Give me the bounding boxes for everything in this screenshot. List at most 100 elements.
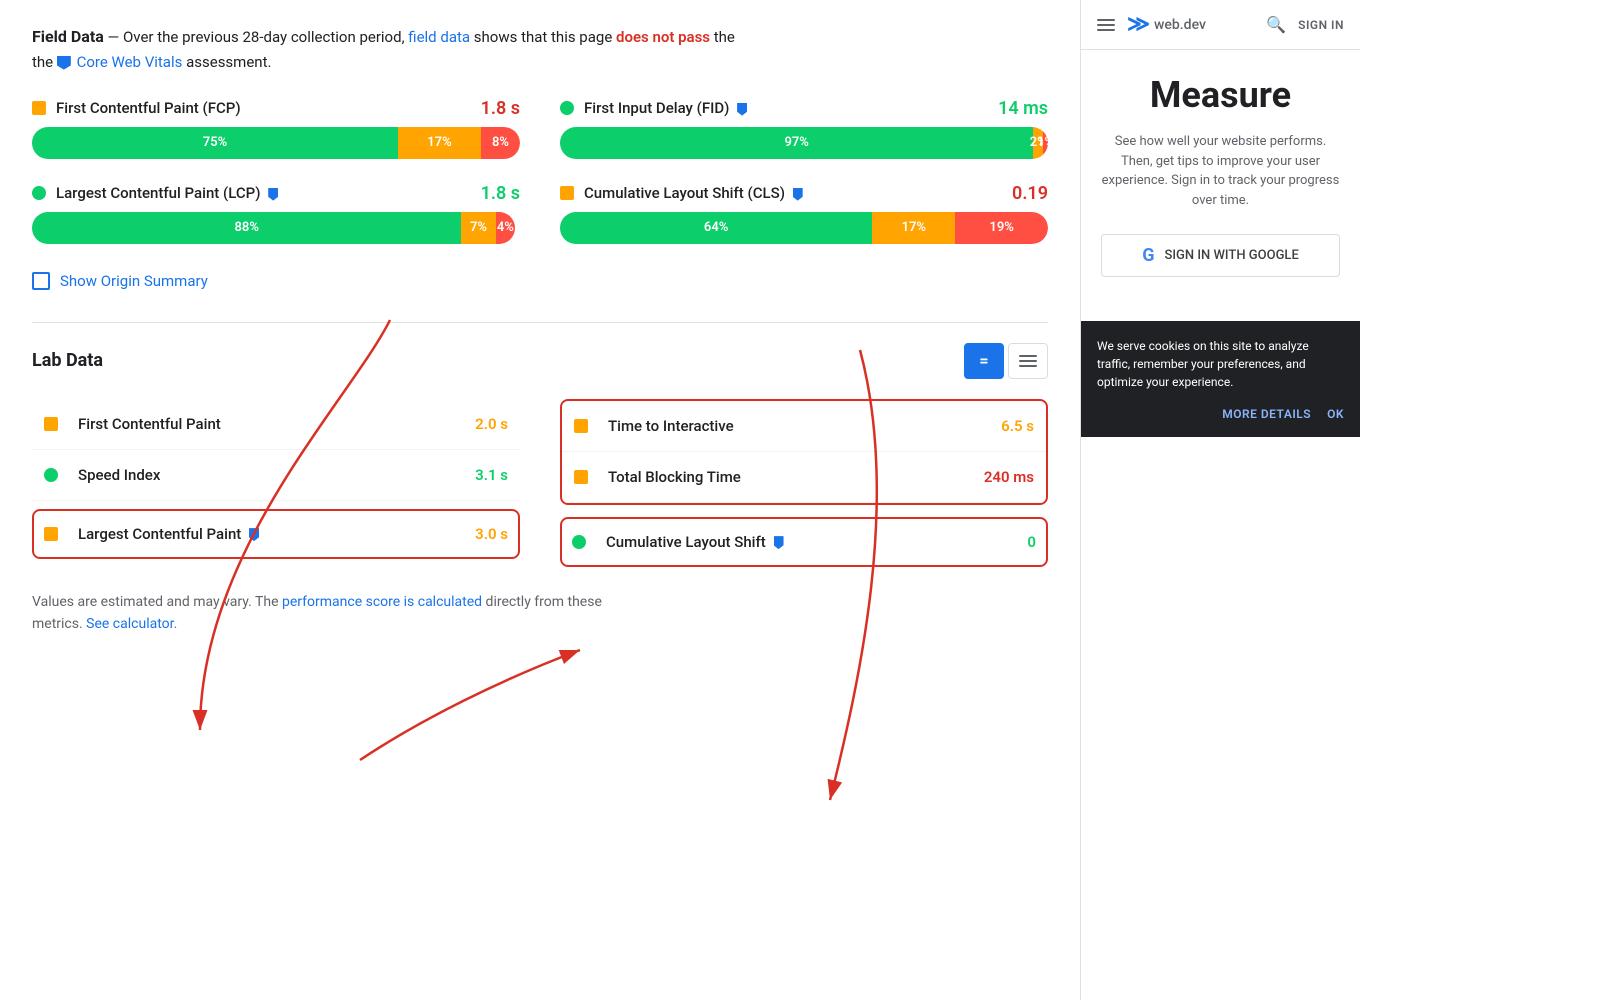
lab-tbt-icon (574, 470, 588, 484)
core-web-vitals-link[interactable]: Core Web Vitals (77, 53, 183, 71)
footer-text3: metrics. (32, 616, 83, 632)
lab-tbt-row: Total Blocking Time 240 ms (562, 452, 1046, 503)
fcp-title: First Contentful Paint (FCP) (56, 99, 481, 117)
lab-data-title: Lab Data (32, 350, 103, 371)
lab-col-right: Time to Interactive 6.5 s Total Blocking… (560, 399, 1048, 567)
cookie-buttons: MORE DETAILS OK (1097, 407, 1344, 421)
cookie-more-details-button[interactable]: MORE DETAILS (1222, 407, 1311, 421)
toggle-grid-icon: = (979, 351, 988, 370)
calculator-link[interactable]: See calculator (86, 616, 173, 632)
origin-summary-label[interactable]: Show Origin Summary (60, 272, 208, 290)
fcp-bar: 75% 17% 8% (32, 127, 520, 159)
fid-bar-red: 1% (1043, 127, 1048, 159)
toggle-grid-button[interactable]: = (964, 343, 1004, 379)
fcp-value: 1.8 s (481, 98, 520, 119)
lab-si-title: Speed Index (78, 466, 475, 484)
webdev-logo: ≫ web.dev (1127, 12, 1206, 37)
logo-chevron: ≫ (1127, 12, 1150, 37)
right-sidebar: ≫ web.dev 🔍 SIGN IN Measure See how well… (1080, 0, 1360, 1000)
description-suffix: the (714, 28, 735, 46)
cls-title: Cumulative Layout Shift (CLS) (584, 184, 1012, 202)
lab-fcp-title: First Contentful Paint (78, 415, 475, 433)
footer-text4: . (174, 616, 178, 632)
cookie-ok-button[interactable]: OK (1327, 407, 1344, 421)
view-toggle[interactable]: = (964, 343, 1048, 379)
webdev-topbar: ≫ web.dev 🔍 SIGN IN (1081, 0, 1360, 50)
lab-lcp-row: Largest Contentful Paint 3.0 s (32, 509, 520, 559)
cls-flag-icon (793, 188, 803, 201)
lab-lcp-value: 3.0 s (475, 525, 508, 543)
origin-summary-checkbox[interactable] (32, 272, 50, 290)
lab-lcp-flag-icon (249, 528, 259, 541)
lcp-bar: 88% 7% 4% (32, 212, 520, 244)
lab-fcp-icon (44, 417, 58, 431)
perf-score-link[interactable]: performance score is calculated (282, 594, 482, 610)
lab-col-left: First Contentful Paint 2.0 s Speed Index… (32, 399, 520, 567)
lab-fcp-row: First Contentful Paint 2.0 s (32, 399, 520, 450)
footer-text1: Values are estimated and may vary. The (32, 594, 279, 610)
field-data-link[interactable]: field data (408, 28, 470, 46)
lab-tti-row: Time to Interactive 6.5 s (562, 401, 1046, 452)
origin-summary-row[interactable]: Show Origin Summary (32, 272, 1048, 290)
google-signin-text: SIGN IN WITH GOOGLE (1164, 248, 1298, 263)
lab-tbt-value: 240 ms (984, 468, 1034, 486)
google-g-icon: G (1142, 245, 1154, 266)
cls-value: 0.19 (1012, 183, 1048, 204)
lab-fcp-value: 2.0 s (475, 415, 508, 433)
field-metrics-grid: First Contentful Paint (FCP) 1.8 s 75% 1… (32, 98, 1048, 244)
lcp-bar-red: 4% (496, 212, 516, 244)
lab-tbt-title: Total Blocking Time (608, 468, 984, 486)
lab-si-value: 3.1 s (475, 466, 508, 484)
fid-bar: 97% 2% 1% (560, 127, 1048, 159)
toggle-list-button[interactable] (1008, 343, 1048, 379)
field-data-header: Field Data — Over the previous 28-day co… (32, 24, 1048, 74)
fid-icon (560, 101, 574, 115)
lcp-bar-green: 88% (32, 212, 461, 244)
search-icon[interactable]: 🔍 (1266, 15, 1286, 34)
the-label: the (32, 53, 57, 71)
lab-cls-title: Cumulative Layout Shift (606, 533, 1027, 551)
description-mid: shows that this page (474, 28, 613, 46)
lcp-title: Largest Contentful Paint (LCP) (56, 184, 481, 202)
cls-bar-green: 64% (560, 212, 872, 244)
fid-title: First Input Delay (FID) (584, 99, 998, 117)
lab-cls-row: Cumulative Layout Shift 0 (560, 517, 1048, 567)
lcp-icon (32, 186, 46, 200)
fcp-bar-red: 8% (481, 127, 520, 159)
measure-title: Measure (1101, 74, 1340, 116)
ham-line-2 (1097, 24, 1115, 26)
does-not-pass-link[interactable]: does not pass (616, 28, 710, 46)
lab-lcp-title: Largest Contentful Paint (78, 525, 475, 543)
cls-bar-orange: 17% (872, 212, 955, 244)
core-web-vitals-flag-icon (57, 56, 71, 70)
measure-desc: See how well your website performs. Then… (1101, 132, 1340, 210)
section-divider (32, 322, 1048, 323)
footer-text: Values are estimated and may vary. The p… (32, 591, 1048, 636)
cls-metric-card: Cumulative Layout Shift (CLS) 0.19 64% 1… (560, 183, 1048, 244)
field-data-label: Field Data (32, 27, 104, 46)
lab-cls-flag-icon (774, 536, 784, 549)
lcp-value: 1.8 s (481, 183, 520, 204)
fcp-icon (32, 101, 46, 115)
fcp-metric-card: First Contentful Paint (FCP) 1.8 s 75% 1… (32, 98, 520, 159)
logo-domain: web.dev (1154, 17, 1206, 33)
measure-card: Measure See how well your website perfor… (1081, 50, 1360, 301)
cls-bar-red: 19% (955, 212, 1048, 244)
fcp-bar-green: 75% (32, 127, 398, 159)
cookie-text: We serve cookies on this site to analyze… (1097, 337, 1344, 391)
lab-tti-title: Time to Interactive (608, 417, 1001, 435)
fid-metric-card: First Input Delay (FID) 14 ms 97% 2% 1% (560, 98, 1048, 159)
fid-value: 14 ms (998, 98, 1048, 119)
lcp-flag-icon (268, 188, 278, 201)
lab-si-row: Speed Index 3.1 s (32, 450, 520, 501)
signin-button[interactable]: SIGN IN (1298, 18, 1344, 32)
lab-cls-value: 0 (1027, 533, 1036, 551)
lab-tti-value: 6.5 s (1001, 417, 1034, 435)
lcp-bar-orange: 7% (461, 212, 495, 244)
lab-cls-icon (572, 535, 586, 549)
toggle-list-icon (1019, 355, 1037, 367)
hamburger-menu-button[interactable] (1097, 19, 1115, 31)
fid-bar-green: 97% (560, 127, 1033, 159)
google-signin-button[interactable]: G SIGN IN WITH GOOGLE (1101, 234, 1340, 277)
lab-metrics-grid: First Contentful Paint 2.0 s Speed Index… (32, 399, 1048, 567)
